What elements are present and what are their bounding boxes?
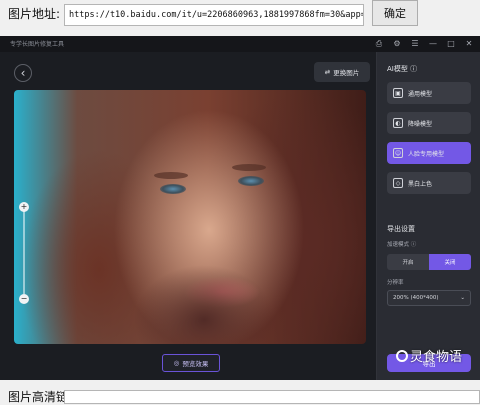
toggle-on-option[interactable]: 开启 xyxy=(387,254,429,270)
accel-mode-label: 加速模式 xyxy=(387,242,410,248)
accel-mode-heading: 加速模式 ⓘ xyxy=(387,240,416,248)
model-label: 降噪模型 xyxy=(408,120,433,128)
paint-bucket-icon: ◇ xyxy=(393,178,403,188)
bottom-label: 图片高清链 xyxy=(8,390,69,404)
model-general-button[interactable]: ▣ 通用模型 xyxy=(387,82,471,104)
export-settings-heading: 导出设置 xyxy=(387,225,415,233)
image-detail xyxy=(232,164,266,171)
model-label: 人脸专用模型 xyxy=(408,150,445,158)
url-form: 图片地址: https://t10.baidu.com/it/u=2206860… xyxy=(0,0,480,34)
resolution-heading: 分辨率 xyxy=(387,280,404,286)
eye-icon: ◎ xyxy=(173,359,180,367)
settings-panel: AI模型 ⓘ ▣ 通用模型 ◐ 降噪模型 ☺ 人脸专用模型 ◇ 黑白上色 导出设… xyxy=(376,52,480,380)
info-icon[interactable]: ⓘ xyxy=(411,242,417,248)
app-title: 专学长图片修复工具 xyxy=(10,41,65,48)
settings-icon[interactable]: ⚙ xyxy=(392,38,402,50)
share-icon[interactable]: ⎙ xyxy=(374,38,384,50)
model-label: 通用模型 xyxy=(408,90,433,98)
confirm-button[interactable]: 确定 xyxy=(372,0,418,26)
chevron-down-icon: ⌄ xyxy=(460,295,465,301)
bottom-form: 图片高清链 xyxy=(0,382,480,404)
resolution-value: 200% (400*400) xyxy=(393,295,439,301)
app-window: 专学长图片修复工具 ⎙ ⚙ ☰ — □ ✕ ‹ ⇄ 更换图片 + − ◎ 预览效… xyxy=(0,36,480,380)
ai-model-label: AI模型 xyxy=(387,65,408,73)
title-bar: 专学长图片修复工具 ⎙ ⚙ ☰ — □ ✕ xyxy=(0,36,480,52)
model-label: 黑白上色 xyxy=(408,180,433,188)
watermark-text: 灵食物语 xyxy=(410,350,463,365)
face-icon: ☺ xyxy=(393,148,403,158)
preview-effect-button[interactable]: ◎ 预览效果 xyxy=(162,354,220,372)
model-denoise-button[interactable]: ◐ 降噪模型 xyxy=(387,112,471,134)
maximize-icon[interactable]: □ xyxy=(446,38,456,50)
canvas-area: ‹ ⇄ 更换图片 + − ◎ 预览效果 xyxy=(0,52,376,380)
url-input[interactable]: https://t10.baidu.com/it/u=2206860963,18… xyxy=(64,4,364,26)
image-detail xyxy=(160,184,186,194)
ai-model-heading: AI模型 ⓘ xyxy=(387,64,417,74)
replace-image-label: 更换图片 xyxy=(333,69,360,77)
preview-image xyxy=(14,90,366,344)
hd-link-input[interactable] xyxy=(64,390,480,404)
zoom-track[interactable] xyxy=(23,210,25,294)
zoom-in-icon[interactable]: + xyxy=(19,202,29,212)
swap-icon: ⇄ xyxy=(324,68,331,76)
zoom-out-icon[interactable]: − xyxy=(19,294,29,304)
back-button[interactable]: ‹ xyxy=(14,64,32,82)
image-detail xyxy=(238,176,264,186)
url-label: 图片地址: xyxy=(8,7,61,21)
window-controls: ⎙ ⚙ ☰ — □ ✕ xyxy=(374,38,474,50)
menu-icon[interactable]: ☰ xyxy=(410,38,420,50)
zoom-slider[interactable]: + − xyxy=(19,202,29,304)
resolution-select[interactable]: 200% (400*400) ⌄ xyxy=(387,290,471,306)
close-icon[interactable]: ✕ xyxy=(464,38,474,50)
watermark: 灵食物语 xyxy=(396,346,462,365)
minimize-icon[interactable]: — xyxy=(428,38,438,50)
toggle-off-option[interactable]: 关闭 xyxy=(429,254,471,270)
model-face-button[interactable]: ☺ 人脸专用模型 xyxy=(387,142,471,164)
image-detail xyxy=(154,172,188,179)
watermark-logo-icon xyxy=(396,350,408,362)
preview-effect-label: 预览效果 xyxy=(182,360,209,368)
denoise-icon: ◐ xyxy=(393,118,403,128)
info-icon[interactable]: ⓘ xyxy=(410,65,417,73)
replace-image-button[interactable]: ⇄ 更换图片 xyxy=(314,62,370,82)
accel-mode-toggle[interactable]: 开启 关闭 xyxy=(387,254,471,270)
model-colorize-button[interactable]: ◇ 黑白上色 xyxy=(387,172,471,194)
image-icon: ▣ xyxy=(393,88,403,98)
